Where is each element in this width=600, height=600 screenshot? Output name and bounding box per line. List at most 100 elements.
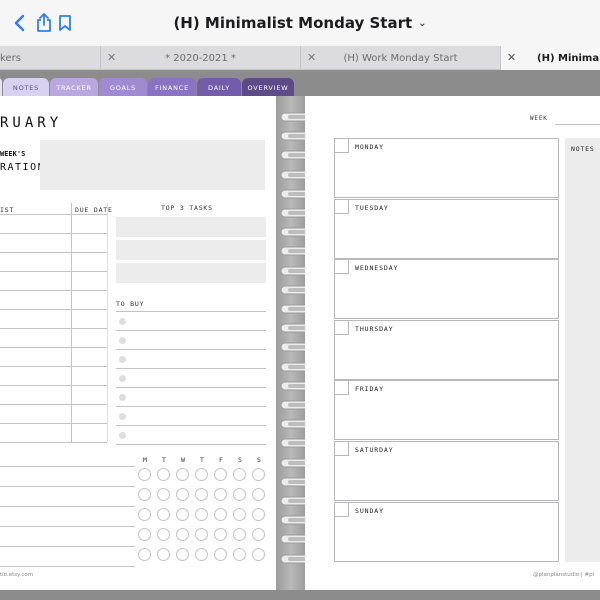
top-3-tasks-header: TOP 3 TASKS bbox=[161, 204, 213, 212]
habit-checkbox[interactable] bbox=[214, 508, 227, 521]
tab-notes-label: NOTES bbox=[12, 84, 40, 92]
to-buy-bullet bbox=[119, 337, 126, 344]
list-row-line bbox=[0, 309, 107, 310]
day-checkbox[interactable] bbox=[335, 260, 349, 275]
habit-checkbox[interactable] bbox=[138, 488, 151, 501]
tab-label: (H) Minimalist bbox=[537, 52, 600, 64]
habit-checkbox[interactable] bbox=[195, 548, 208, 561]
day-label: WEDNESDAY bbox=[355, 264, 399, 273]
to-buy-line bbox=[116, 349, 266, 350]
notes-column[interactable] bbox=[565, 138, 600, 562]
day-block-monday[interactable]: MONDAY bbox=[334, 138, 559, 198]
tab-daily[interactable]: DAILY bbox=[197, 78, 241, 98]
habit-checkbox[interactable] bbox=[157, 548, 170, 561]
tab-notes[interactable]: NOTES bbox=[3, 78, 49, 98]
habit-checkbox[interactable] bbox=[252, 468, 265, 481]
habit-row-line bbox=[0, 566, 135, 567]
tab-edge[interactable] bbox=[0, 78, 2, 98]
habit-checkbox[interactable] bbox=[233, 468, 246, 481]
habit-checkbox[interactable] bbox=[233, 548, 246, 561]
habit-checkbox[interactable] bbox=[138, 508, 151, 521]
task-slot-1[interactable] bbox=[116, 217, 266, 237]
weekday-letter: W bbox=[181, 456, 185, 464]
habit-checkbox[interactable] bbox=[157, 468, 170, 481]
tab-finance[interactable]: FINANCE bbox=[148, 78, 196, 98]
habit-checkbox[interactable] bbox=[157, 488, 170, 501]
day-checkbox[interactable] bbox=[335, 139, 349, 153]
tab-2020-2021[interactable]: ✕ * 2020-2021 * bbox=[100, 46, 300, 70]
habit-checkbox[interactable] bbox=[157, 528, 170, 541]
day-block-saturday[interactable]: SATURDAY bbox=[334, 441, 559, 501]
tab-work-monday-start[interactable]: ✕ (H) Work Monday Start bbox=[300, 46, 500, 70]
tab-overview-label: OVERVIEW bbox=[247, 84, 289, 92]
day-block-thursday[interactable]: THURSDAY bbox=[334, 319, 559, 380]
habit-checkbox[interactable] bbox=[233, 528, 246, 541]
to-buy-header: TO BUY bbox=[116, 300, 145, 308]
habit-checkbox[interactable] bbox=[214, 528, 227, 541]
habit-checkbox[interactable] bbox=[252, 548, 265, 561]
habit-checkbox[interactable] bbox=[195, 508, 208, 521]
weekday-letter: M bbox=[143, 456, 147, 464]
tab-stickers[interactable]: kers bbox=[0, 46, 100, 70]
day-checkbox[interactable] bbox=[335, 320, 349, 335]
habit-checkbox[interactable] bbox=[138, 548, 151, 561]
day-block-sunday[interactable]: SUNDAY bbox=[334, 501, 559, 562]
day-checkbox[interactable] bbox=[335, 442, 349, 456]
habit-checkbox[interactable] bbox=[252, 508, 265, 521]
day-checkbox[interactable] bbox=[335, 502, 349, 517]
habit-checkbox[interactable] bbox=[138, 528, 151, 541]
day-label: SATURDAY bbox=[355, 446, 394, 454]
habit-checkbox[interactable] bbox=[176, 508, 189, 521]
day-block-wednesday[interactable]: WEDNESDAY bbox=[334, 259, 559, 320]
habit-checkbox[interactable] bbox=[195, 468, 208, 481]
day-checkbox[interactable] bbox=[335, 199, 349, 214]
habit-checkbox[interactable] bbox=[214, 548, 227, 561]
tab-minimalist[interactable]: ✕ (H) Minimalist bbox=[500, 46, 600, 70]
list-row-line bbox=[0, 385, 107, 386]
document-title[interactable]: (H) Minimalist Monday Start ⌄ bbox=[0, 0, 600, 46]
habit-checkbox[interactable] bbox=[233, 488, 246, 501]
close-icon[interactable]: ✕ bbox=[507, 51, 516, 64]
close-icon[interactable]: ✕ bbox=[107, 51, 116, 64]
app-toolbar: (H) Minimalist Monday Start ⌄ bbox=[0, 0, 600, 46]
task-slot-2[interactable] bbox=[116, 240, 266, 260]
day-checkbox[interactable] bbox=[335, 381, 349, 396]
habit-checkbox[interactable] bbox=[252, 488, 265, 501]
close-icon[interactable]: ✕ bbox=[307, 51, 316, 64]
to-buy-line bbox=[116, 444, 266, 445]
habit-checkbox[interactable] bbox=[176, 488, 189, 501]
habit-checkbox[interactable] bbox=[176, 548, 189, 561]
right-page: WEEK MONDAY TUESDAY WEDNESDAY THURSDAY FRIDA… bbox=[305, 96, 600, 590]
to-buy-line bbox=[116, 330, 266, 331]
week-label: WEEK bbox=[530, 115, 548, 122]
to-buy-rule bbox=[116, 311, 266, 312]
tab-tracker[interactable]: TRACKER bbox=[50, 78, 98, 98]
notes-label: NOTES bbox=[571, 145, 595, 153]
list-row-line bbox=[0, 347, 107, 348]
to-buy-line bbox=[116, 368, 266, 369]
habit-checkbox[interactable] bbox=[176, 528, 189, 541]
list-header: IST bbox=[0, 206, 15, 214]
habit-checkbox[interactable] bbox=[195, 528, 208, 541]
habit-checkbox[interactable] bbox=[214, 468, 227, 481]
to-buy-line bbox=[116, 425, 266, 426]
habit-row-line bbox=[0, 506, 135, 507]
day-block-friday[interactable]: FRIDAY bbox=[334, 380, 559, 441]
habit-checkbox[interactable] bbox=[252, 528, 265, 541]
habit-checkbox[interactable] bbox=[195, 488, 208, 501]
day-block-tuesday[interactable]: TUESDAY bbox=[334, 198, 559, 259]
tab-goals[interactable]: GOALS bbox=[99, 78, 147, 98]
habit-checkbox[interactable] bbox=[233, 508, 246, 521]
week-field[interactable] bbox=[555, 124, 600, 125]
task-slot-3[interactable] bbox=[116, 263, 266, 283]
to-buy-bullet bbox=[119, 432, 126, 439]
document-title-text: (H) Minimalist Monday Start bbox=[173, 14, 413, 32]
inspiration-box[interactable] bbox=[40, 140, 265, 190]
habit-checkbox[interactable] bbox=[157, 508, 170, 521]
habit-checkbox[interactable] bbox=[214, 488, 227, 501]
habit-checkbox[interactable] bbox=[138, 468, 151, 481]
chevron-down-icon[interactable]: ⌄ bbox=[418, 18, 426, 29]
habit-checkbox[interactable] bbox=[176, 468, 189, 481]
tab-overview[interactable]: OVERVIEW bbox=[242, 78, 294, 98]
left-footer: tio.etsy.com bbox=[0, 572, 34, 578]
